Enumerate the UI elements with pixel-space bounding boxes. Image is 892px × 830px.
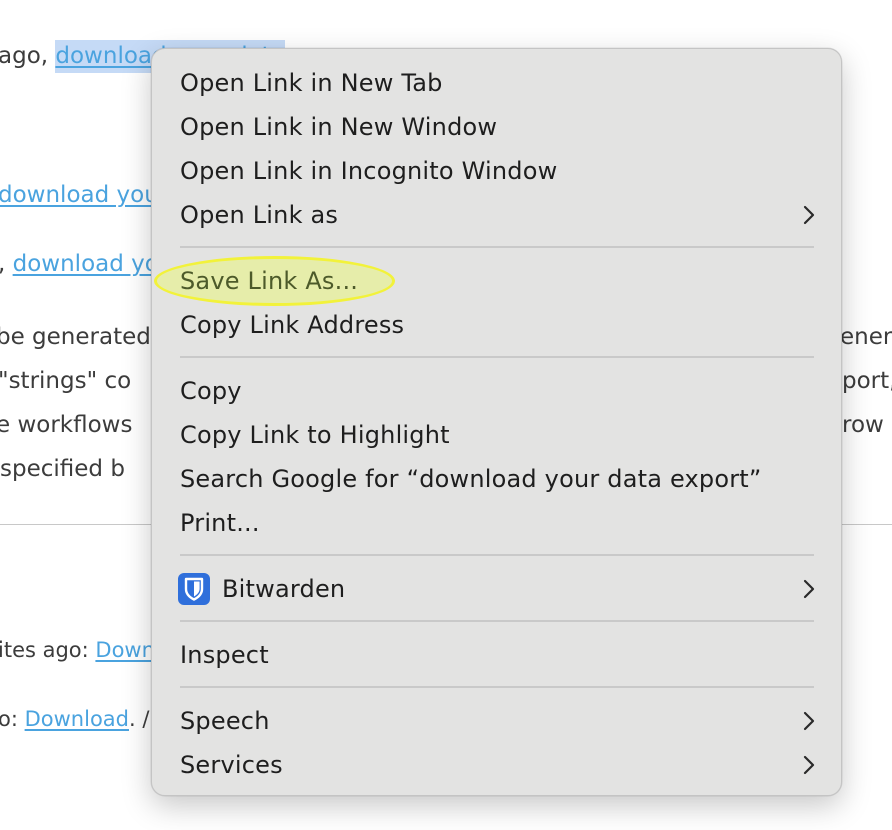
menu-item-bitwarden[interactable]: Bitwarden	[178, 569, 820, 609]
bg-text-line: o: Download. /	[0, 704, 149, 734]
menu-item-label: Print...	[180, 509, 260, 537]
download-link[interactable]: download your	[0, 182, 168, 208]
menu-item-label: Copy Link Address	[180, 311, 405, 339]
menu-separator	[180, 356, 814, 358]
bg-text: ,	[0, 251, 13, 277]
bg-text: ites ago:	[0, 638, 96, 662]
menu-item-label: Services	[180, 751, 283, 779]
menu-separator	[180, 620, 814, 622]
menu-item-label: Speech	[180, 707, 270, 735]
bg-text-line: ites ago: Down	[0, 635, 155, 665]
chevron-right-icon	[798, 754, 820, 776]
menu-separator	[180, 246, 814, 248]
menu-item-label: Open Link in Incognito Window	[180, 157, 558, 185]
bg-paragraph-line: be generated	[0, 324, 151, 350]
bg-paragraph-line: specified b	[0, 456, 125, 482]
menu-item-label: Search Google for “download your data ex…	[180, 465, 762, 493]
menu-item-label: Open Link in New Tab	[180, 69, 443, 97]
menu-item-label: Open Link in New Window	[180, 113, 498, 141]
menu-item-copy-link-to-highlight[interactable]: Copy Link to Highlight	[180, 415, 820, 455]
browser-page: ago, download your data download your , …	[0, 0, 892, 830]
menu-item-copy[interactable]: Copy	[180, 371, 820, 411]
menu-item-label: Bitwarden	[222, 575, 346, 603]
chevron-right-icon	[798, 204, 820, 226]
menu-item-copy-link-address[interactable]: Copy Link Address	[180, 305, 820, 345]
bitwarden-shield-icon	[178, 573, 210, 605]
menu-item-print[interactable]: Print...	[180, 503, 820, 543]
bg-paragraph-line: e workflows	[0, 412, 133, 438]
menu-separator	[180, 686, 814, 688]
download-link[interactable]: download yo	[13, 251, 159, 277]
chevron-right-icon	[798, 578, 820, 600]
bg-paragraph-fragment: ener	[840, 324, 892, 350]
menu-item-open-link-incognito[interactable]: Open Link in Incognito Window	[180, 151, 820, 191]
context-menu: Open Link in New Tab Open Link in New Wi…	[151, 48, 842, 796]
bg-paragraph-fragment: port,	[842, 368, 892, 394]
menu-item-save-link-as[interactable]: Save Link As...	[180, 261, 820, 301]
menu-item-open-link-new-window[interactable]: Open Link in New Window	[180, 107, 820, 147]
menu-item-label: Save Link As...	[180, 267, 359, 295]
menu-separator	[180, 554, 814, 556]
menu-item-label: Inspect	[180, 641, 269, 669]
chevron-right-icon	[798, 710, 820, 732]
bg-text: . /	[129, 707, 150, 731]
menu-item-open-link-new-tab[interactable]: Open Link in New Tab	[180, 63, 820, 103]
bg-paragraph-fragment: row	[842, 412, 884, 438]
bg-text-line: , download yo	[0, 249, 159, 279]
menu-item-open-link-as[interactable]: Open Link as	[180, 195, 820, 235]
menu-item-speech[interactable]: Speech	[180, 701, 820, 741]
bg-text-line: download your	[0, 180, 168, 210]
menu-item-services[interactable]: Services	[180, 745, 820, 785]
menu-item-label: Copy Link to Highlight	[180, 421, 450, 449]
menu-item-inspect[interactable]: Inspect	[180, 635, 820, 675]
menu-item-label: Open Link as	[180, 201, 339, 229]
menu-item-search-google[interactable]: Search Google for “download your data ex…	[180, 459, 820, 499]
bg-text: ago,	[0, 43, 56, 69]
bg-text: o:	[0, 707, 25, 731]
download-link[interactable]: Down	[95, 638, 155, 662]
menu-item-label: Copy	[180, 377, 242, 405]
download-link[interactable]: Download	[25, 707, 129, 731]
bg-paragraph-line: "strings" co	[0, 368, 132, 394]
